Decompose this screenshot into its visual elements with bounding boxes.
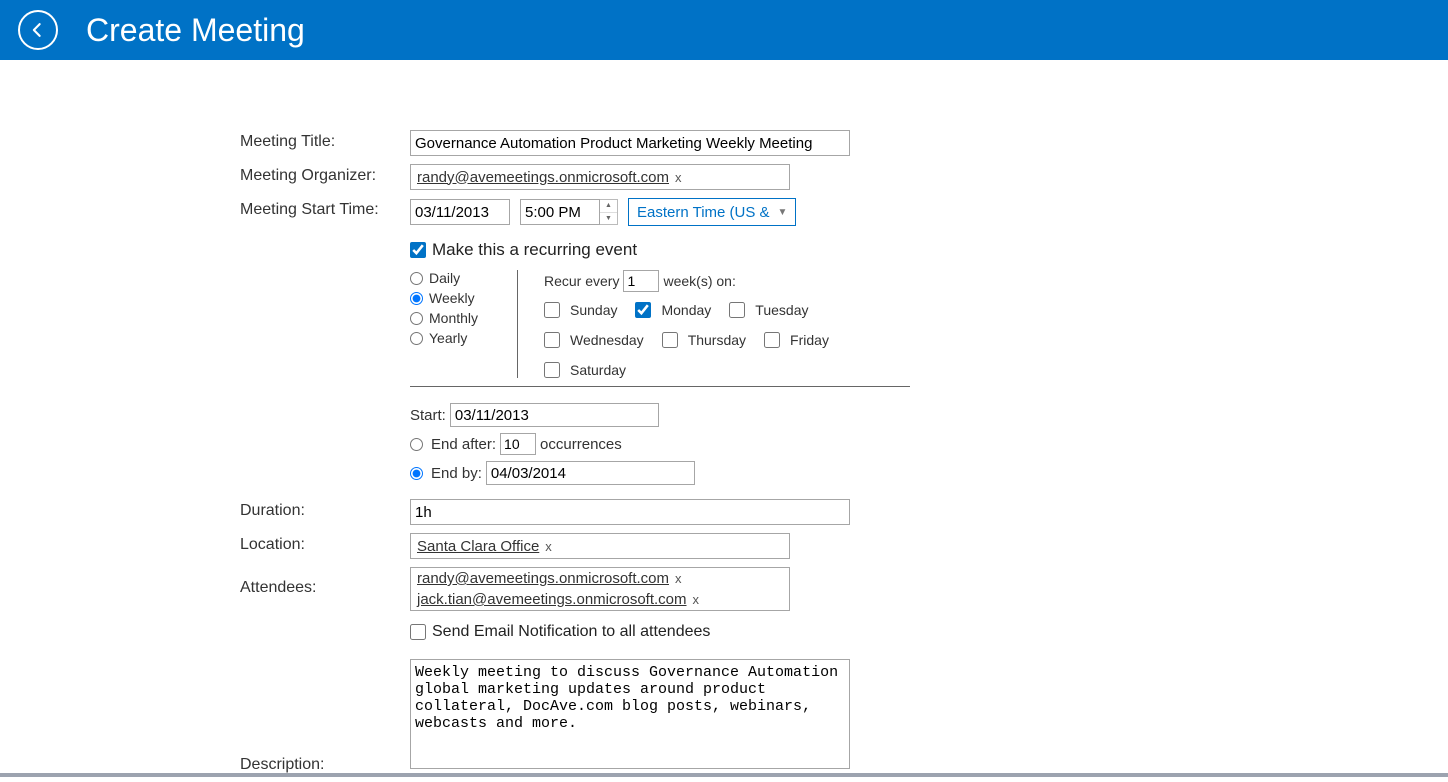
recurrence-panel: Daily Weekly Monthly Yearly Recur every … [410, 270, 910, 387]
lbl-thursday: Thursday [688, 332, 746, 348]
timezone-select[interactable]: Eastern Time (US & ▼ [628, 198, 796, 226]
recur-every-prefix: Recur every [544, 273, 619, 289]
freq-yearly-label: Yearly [429, 330, 467, 346]
end-after-label: End after: [431, 436, 496, 453]
chk-saturday[interactable] [544, 362, 560, 378]
chk-wednesday[interactable] [544, 332, 560, 348]
meeting-title-input[interactable] [410, 130, 850, 156]
range-start-input[interactable] [450, 403, 659, 427]
start-date-input[interactable] [410, 199, 510, 225]
page-title: Create Meeting [86, 12, 305, 49]
lbl-wednesday: Wednesday [570, 332, 644, 348]
chk-sunday[interactable] [544, 302, 560, 318]
label-location: Location: [240, 533, 410, 554]
timezone-value: Eastern Time (US & [637, 204, 770, 221]
location-token: Santa Clara Office [417, 538, 539, 555]
label-meeting-title: Meeting Title: [240, 130, 410, 151]
remove-attendee-1-icon[interactable]: x [675, 571, 682, 586]
label-send-email: Send Email Notification to all attendees [432, 623, 710, 641]
chk-monday[interactable] [635, 302, 651, 318]
organizer-token: randy@avemeetings.onmicrosoft.com [417, 169, 669, 186]
chk-friday[interactable] [764, 332, 780, 348]
attendee-token-1: randy@avemeetings.onmicrosoft.com [417, 570, 669, 587]
freq-weekly-radio[interactable] [410, 292, 423, 305]
meeting-form: Meeting Title: Meeting Organizer: randy@… [240, 60, 1240, 774]
end-by-label: End by: [431, 465, 482, 482]
chevron-down-icon: ▼ [778, 207, 788, 218]
remove-organizer-icon[interactable]: x [675, 170, 682, 185]
label-recurring: Make this a recurring event [432, 240, 637, 260]
label-meeting-organizer: Meeting Organizer: [240, 164, 410, 185]
recurrence-range: Start: End after: occurrences End by: [410, 403, 1240, 485]
freq-weekly-label: Weekly [429, 290, 475, 306]
freq-monthly-label: Monthly [429, 310, 478, 326]
lbl-tuesday: Tuesday [755, 302, 808, 318]
back-button[interactable] [18, 10, 58, 50]
label-start-time: Meeting Start Time: [240, 198, 410, 219]
end-by-radio[interactable] [410, 467, 423, 480]
bottom-divider [0, 773, 1448, 777]
weekday-group: Sunday Monday Tuesday Wednesday Thursday… [544, 302, 910, 378]
label-description: Description: [240, 753, 410, 774]
description-textarea[interactable] [410, 659, 850, 769]
time-spinner[interactable]: ▲ ▼ [600, 199, 618, 225]
attendees-input[interactable]: randy@avemeetings.onmicrosoft.com x jack… [410, 567, 790, 611]
label-attendees: Attendees: [240, 567, 410, 597]
remove-attendee-2-icon[interactable]: x [693, 592, 700, 607]
recur-every-suffix: week(s) on: [663, 273, 735, 289]
freq-daily-label: Daily [429, 270, 460, 286]
label-duration: Duration: [240, 499, 410, 520]
chk-thursday[interactable] [662, 332, 678, 348]
frequency-group: Daily Weekly Monthly Yearly [410, 270, 518, 378]
organizer-input[interactable]: randy@avemeetings.onmicrosoft.com x [410, 164, 790, 190]
freq-yearly-radio[interactable] [410, 332, 423, 345]
chk-tuesday[interactable] [729, 302, 745, 318]
app-header: Create Meeting [0, 0, 1448, 60]
location-input[interactable]: Santa Clara Office x [410, 533, 790, 559]
recur-every-input[interactable] [623, 270, 659, 292]
end-after-suffix: occurrences [540, 436, 622, 453]
arrow-left-icon [28, 20, 48, 40]
spinner-up-icon[interactable]: ▲ [600, 200, 617, 213]
lbl-sunday: Sunday [570, 302, 617, 318]
send-email-checkbox[interactable] [410, 624, 426, 640]
spinner-down-icon[interactable]: ▼ [600, 213, 617, 225]
lbl-monday: Monday [661, 302, 711, 318]
end-after-radio[interactable] [410, 438, 423, 451]
end-after-input[interactable] [500, 433, 536, 455]
freq-daily-radio[interactable] [410, 272, 423, 285]
duration-input[interactable] [410, 499, 850, 525]
start-time-input[interactable] [520, 199, 600, 225]
lbl-saturday: Saturday [570, 362, 626, 378]
end-by-input[interactable] [486, 461, 695, 485]
remove-location-icon[interactable]: x [545, 539, 552, 554]
recurring-checkbox[interactable] [410, 242, 426, 258]
lbl-friday: Friday [790, 332, 829, 348]
freq-monthly-radio[interactable] [410, 312, 423, 325]
attendee-token-2: jack.tian@avemeetings.onmicrosoft.com [417, 591, 687, 608]
range-start-label: Start: [410, 407, 446, 424]
